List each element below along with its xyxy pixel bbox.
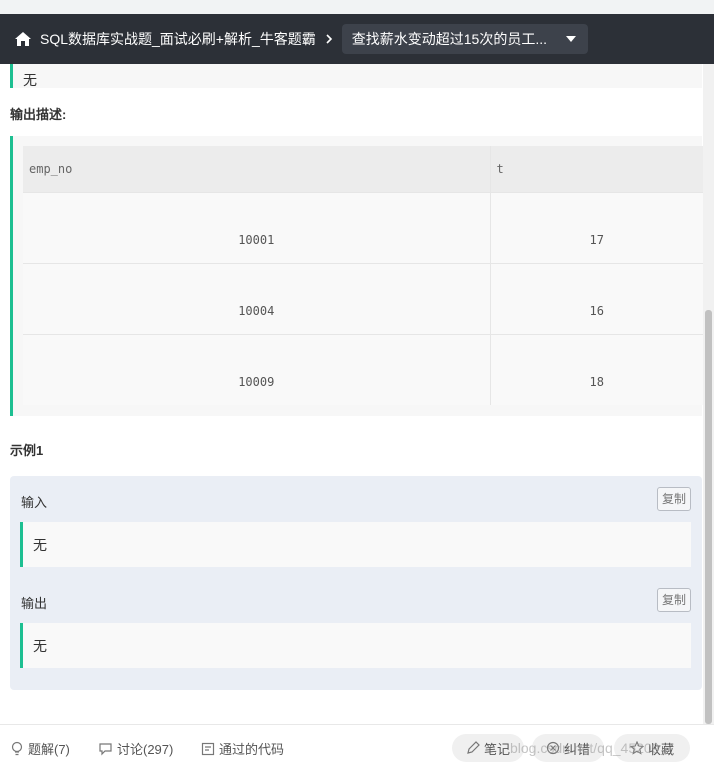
question-select[interactable]: 查找薪水变动超过15次的员工... xyxy=(341,24,588,54)
example-panel: 输入 复制 无 输出 复制 无 xyxy=(10,476,702,690)
example-title: 示例1 xyxy=(10,443,44,458)
watermark: blog.csdn.net/qq_45209 xyxy=(510,740,660,756)
scrollbar[interactable] xyxy=(703,64,714,724)
example-output-value: 无 xyxy=(33,638,47,654)
breadcrumb-course-link[interactable]: SQL数据库实战题_面试必刷+解析_牛客题霸 xyxy=(40,29,316,49)
output-table: emp_no t 10001 17 10004 16 10009 18 xyxy=(23,146,703,405)
table-row: 10001 17 xyxy=(23,191,703,263)
caret-down-icon xyxy=(565,36,576,42)
example-input-label: 输入 xyxy=(21,495,48,510)
output-description-box: emp_no t 10001 17 10004 16 10009 18 xyxy=(10,136,703,416)
column-header: emp_no xyxy=(23,146,491,192)
table-row: 10009 18 xyxy=(23,333,703,405)
example-output-label: 输出 xyxy=(21,596,48,611)
table-cell: 10001 xyxy=(23,191,491,263)
lightbulb-icon xyxy=(11,741,23,756)
table-header-row: emp_no t xyxy=(23,146,703,192)
example-input-value: 无 xyxy=(33,537,47,553)
copy-input-button[interactable]: 复制 xyxy=(657,487,691,511)
table-cell: 18 xyxy=(490,333,703,405)
table-cell: 16 xyxy=(490,262,703,334)
table-cell: 10004 xyxy=(23,262,491,334)
table-cell: 10009 xyxy=(23,333,491,405)
example-input-box: 无 xyxy=(20,522,691,567)
copy-output-button[interactable]: 复制 xyxy=(657,588,691,612)
passed-code-label: 通过的代码 xyxy=(219,742,285,757)
home-icon[interactable] xyxy=(14,31,32,47)
passed-code-link[interactable]: 通过的代码 xyxy=(201,739,284,758)
bookmarks-bar xyxy=(0,0,714,14)
previous-input-box: 无 xyxy=(10,64,702,88)
chat-icon xyxy=(99,742,112,755)
problem-content: 无 输出描述: emp_no t 10001 17 10004 16 10009… xyxy=(0,64,714,724)
discussion-link[interactable]: 讨论(297) xyxy=(98,739,173,758)
notes-label: 笔记 xyxy=(483,741,510,757)
solutions-link[interactable]: 题解(7) xyxy=(10,739,70,758)
edit-icon xyxy=(467,741,480,754)
output-description-label: 输出描述: xyxy=(10,107,67,122)
column-header: t xyxy=(490,146,703,192)
chevron-right-icon xyxy=(326,34,332,44)
code-file-icon xyxy=(201,742,215,755)
table-cell: 17 xyxy=(490,191,703,263)
question-title: 查找薪水变动超过15次的员工... xyxy=(351,31,548,47)
solutions-label: 题解(7) xyxy=(28,742,70,757)
previous-input-value: 无 xyxy=(23,72,37,88)
discussion-label: 讨论(297) xyxy=(117,742,174,757)
scrollbar-thumb[interactable] xyxy=(705,310,712,724)
top-nav-bar: SQL数据库实战题_面试必刷+解析_牛客题霸 查找薪水变动超过15次的员工... xyxy=(0,14,714,64)
table-row: 10004 16 xyxy=(23,262,703,334)
example-output-box: 无 xyxy=(20,623,691,668)
